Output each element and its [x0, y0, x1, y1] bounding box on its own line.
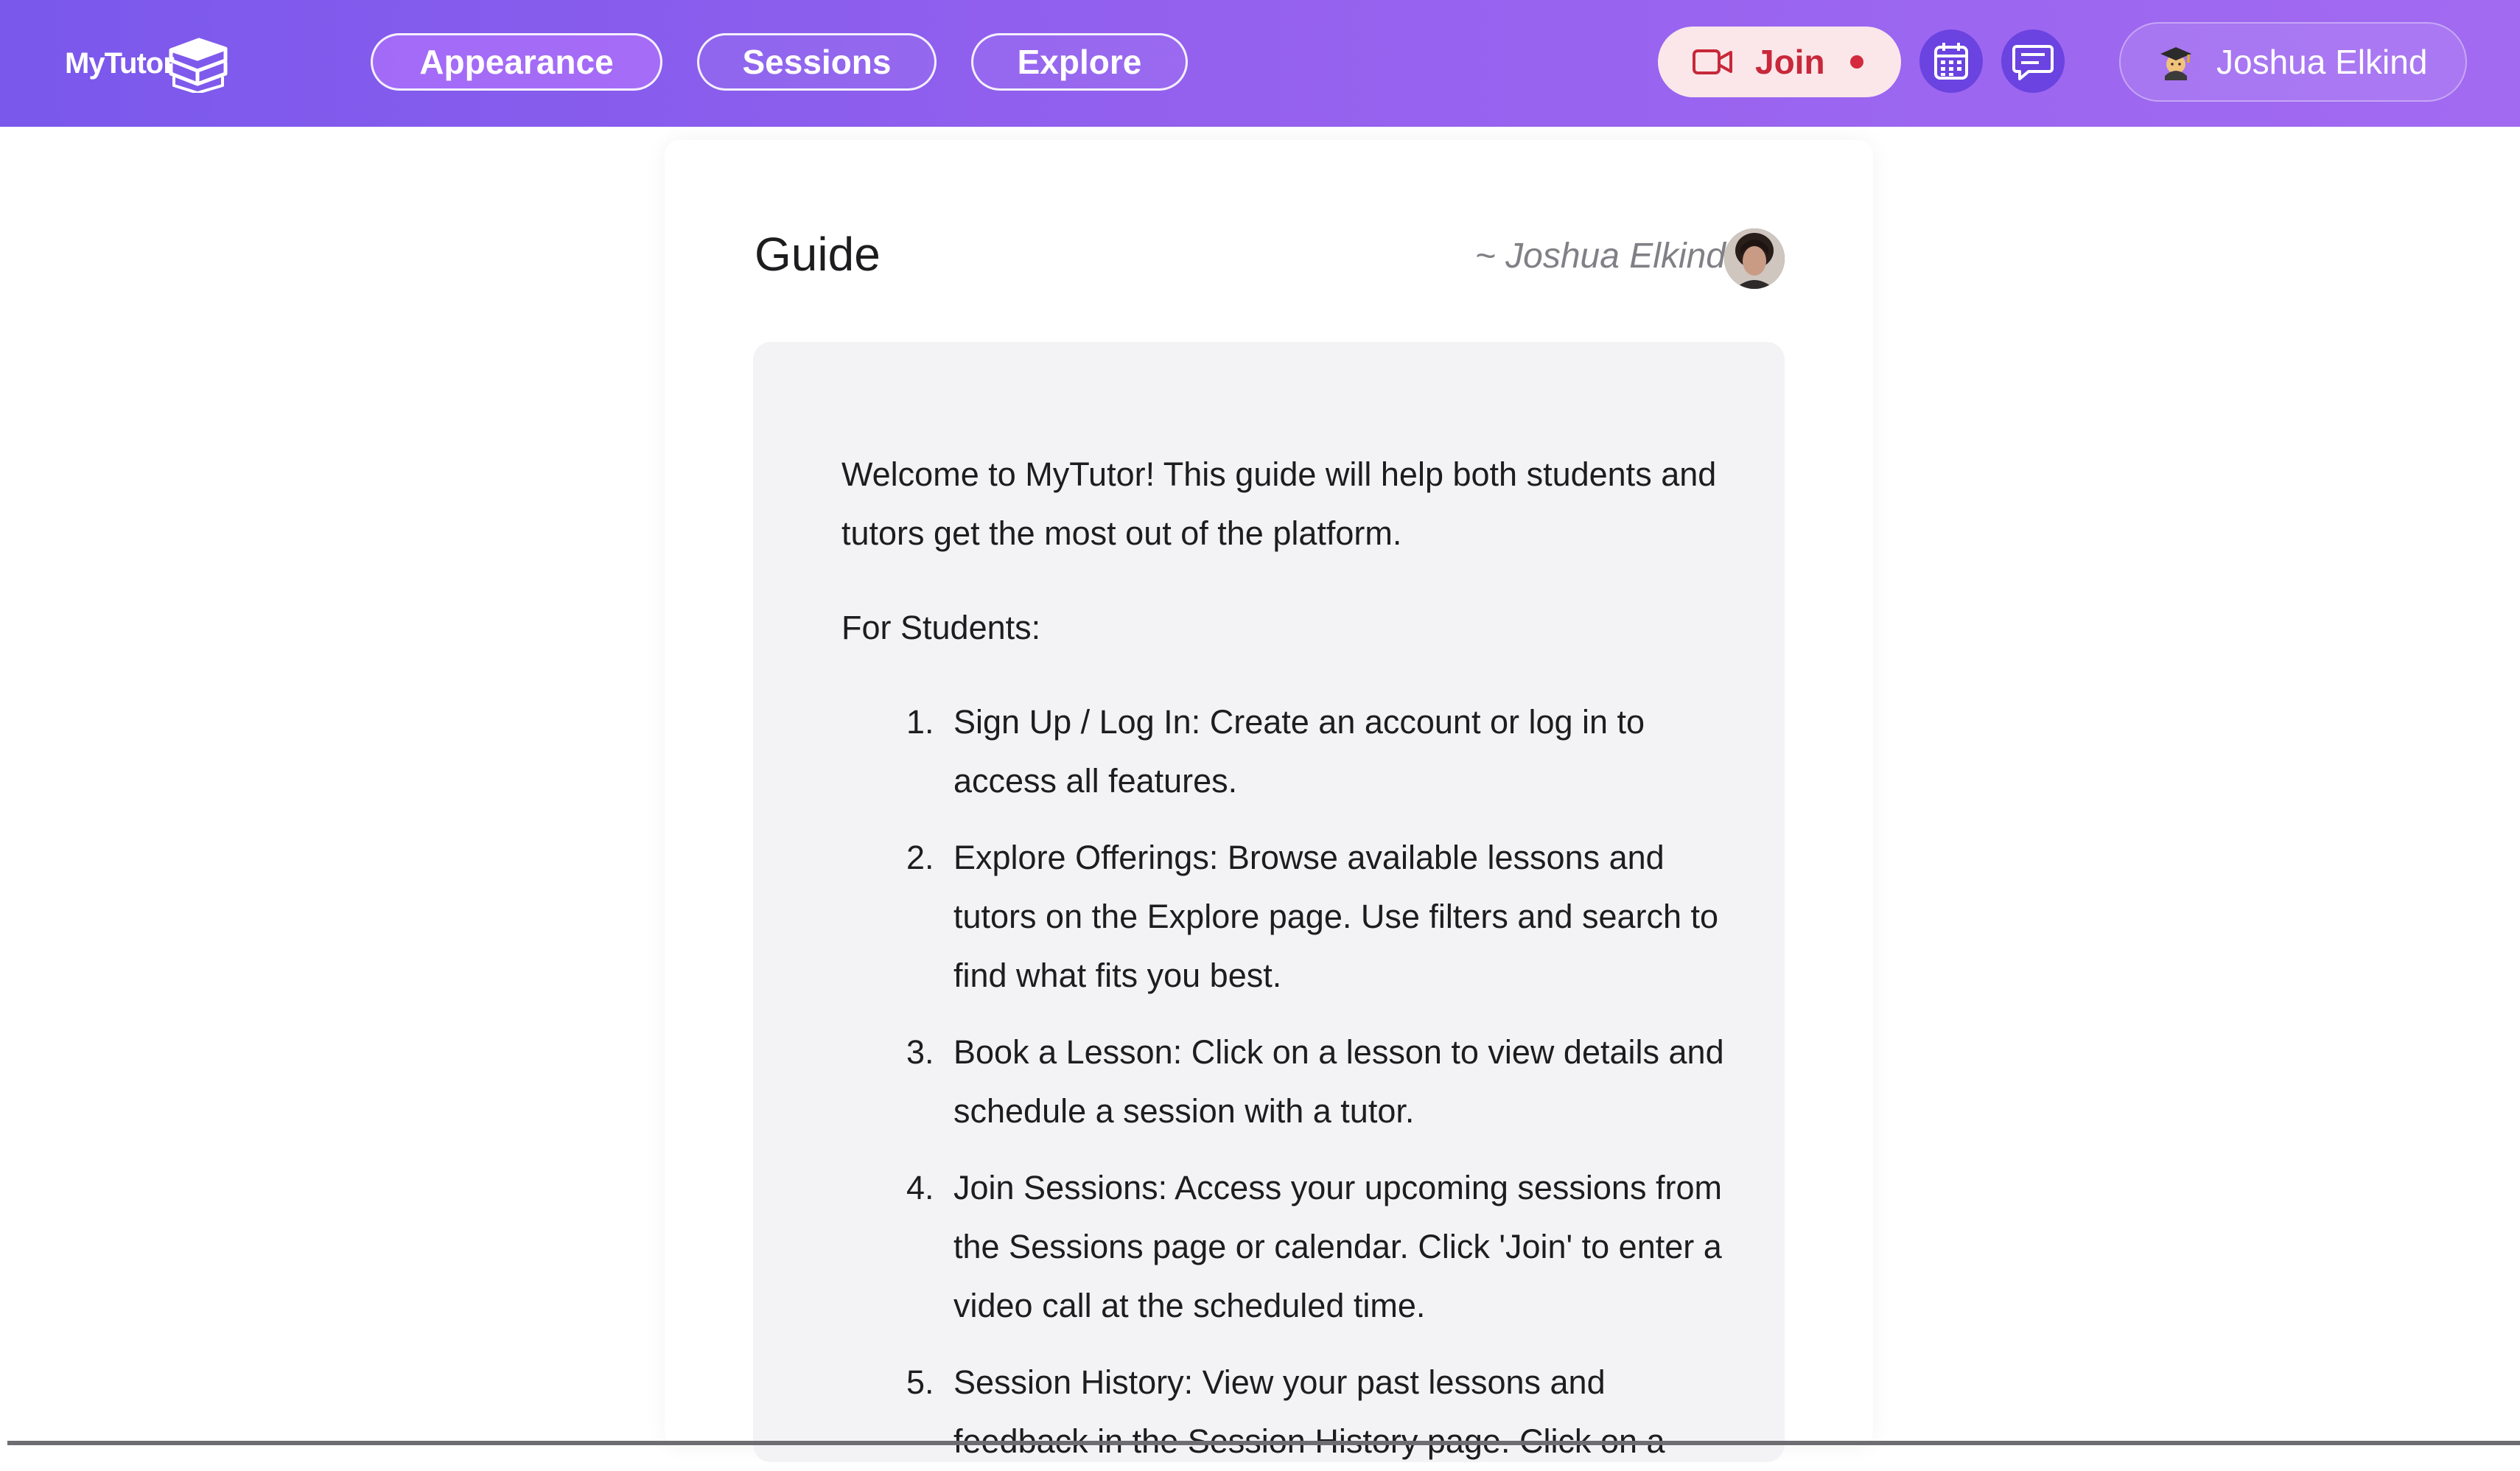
nav-explore-button[interactable]: Explore: [971, 33, 1188, 91]
list-item: 4. Join Sessions: Access your upcoming s…: [906, 1159, 1733, 1335]
video-camera-icon: [1693, 49, 1732, 74]
books-icon: [169, 38, 228, 93]
students-section-heading: For Students:: [841, 609, 1041, 646]
nav-sessions-button[interactable]: Sessions: [697, 33, 937, 91]
guide-card: Guide ~ Joshua Elkind Welcome to MyTutor…: [665, 140, 1873, 1462]
author-avatar[interactable]: [1724, 228, 1785, 289]
chat-button[interactable]: [2001, 29, 2065, 93]
guide-author: ~ Joshua Elkind: [1474, 237, 1726, 276]
step-number: 4.: [906, 1169, 934, 1206]
list-item: 1. Sign Up / Log In: Create an account o…: [906, 693, 1733, 811]
top-nav-bar: MyTutor Appearance Sessions Explore Join: [0, 0, 2520, 127]
horizontal-scrollbar[interactable]: [7, 1441, 2520, 1445]
page-title: Guide: [755, 228, 881, 281]
list-item: 5. Session History: View your past lesso…: [906, 1353, 1733, 1471]
app-logo[interactable]: MyTutor: [65, 27, 230, 100]
step-text: Sign Up / Log In: Create an account or l…: [953, 703, 1645, 800]
step-text: Join Sessions: Access your upcoming sess…: [953, 1169, 1722, 1324]
calendar-icon: [1934, 43, 1968, 80]
step-number: 5.: [906, 1363, 934, 1401]
step-text: Book a Lesson: Click on a lesson to view…: [953, 1033, 1724, 1130]
logo-text: MyTutor: [65, 46, 175, 80]
live-indicator-dot: [1849, 55, 1863, 69]
user-profile-button[interactable]: Joshua Elkind: [2119, 22, 2467, 102]
calendar-button[interactable]: [1919, 29, 1983, 93]
user-name: Joshua Elkind: [2216, 43, 2428, 81]
step-number: 3.: [906, 1033, 934, 1071]
chat-bubble-icon: [2012, 45, 2054, 80]
student-steps-list: 1. Sign Up / Log In: Create an account o…: [841, 693, 1733, 1471]
guide-content: Welcome to MyTutor! This guide will help…: [753, 342, 1785, 1462]
list-item: 3. Book a Lesson: Click on a lesson to v…: [906, 1023, 1733, 1141]
graduate-emoji-icon: [2160, 47, 2191, 80]
guide-intro: Welcome to MyTutor! This guide will help…: [841, 455, 1717, 552]
list-item: 2. Explore Offerings: Browse available l…: [906, 828, 1733, 1005]
step-text: Explore Offerings: Browse available less…: [953, 839, 1719, 994]
nav-appearance-button[interactable]: Appearance: [371, 33, 662, 91]
step-text: Session History: View your past lessons …: [953, 1363, 1665, 1460]
step-number: 2.: [906, 839, 934, 876]
avatar-photo: [1724, 228, 1785, 289]
join-button[interactable]: Join: [1658, 27, 1901, 97]
step-number: 1.: [906, 703, 934, 741]
join-label: Join: [1755, 43, 1825, 81]
